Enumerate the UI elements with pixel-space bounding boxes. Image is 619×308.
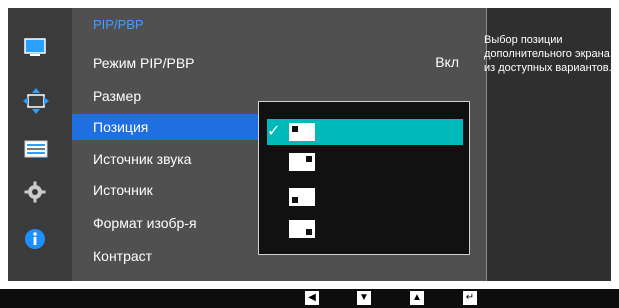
menu-item-position[interactable]: Позиция (72, 114, 260, 140)
top-left-position-icon (289, 123, 315, 141)
menu-item-picture-size[interactable]: Формат изобр-я (93, 210, 197, 236)
up-arrow-icon[interactable]: ▲ (410, 291, 424, 305)
move-arrows-icon[interactable] (22, 87, 50, 120)
info-icon[interactable] (24, 228, 46, 255)
menu-item-size[interactable]: Размер (93, 83, 141, 109)
position-options-dropdown: ✓ (258, 101, 470, 255)
pip-settings-icon[interactable] (24, 140, 48, 163)
check-icon: ✓ (267, 123, 281, 140)
menu-title: PIP/PBP (93, 17, 144, 32)
menu-item-label: Источник (93, 182, 153, 198)
bottom-nav-bar: ◀ ▼ ▲ ↵ (0, 289, 619, 308)
menu-item-label: Позиция (93, 119, 149, 135)
position-option-bottom-left[interactable] (267, 184, 463, 210)
menu-item-label: Режим PIP/PBP (93, 55, 195, 71)
monitor-icon[interactable] (24, 38, 46, 63)
menu-item-label: Контраст (93, 248, 153, 264)
left-arrow-icon[interactable]: ◀ (305, 291, 319, 305)
help-text: Выбор позиции дополнительного экрана из … (484, 34, 612, 74)
position-option-top-left[interactable]: ✓ (267, 119, 463, 145)
bottom-right-position-icon (289, 220, 315, 238)
menu-item-label: Источник звука (93, 151, 192, 167)
pip-mode-value: Вкл (435, 54, 459, 70)
enter-icon[interactable]: ↵ (463, 291, 477, 305)
menu-item-source[interactable]: Источник (93, 177, 153, 203)
menu-item-label: Размер (93, 88, 142, 104)
position-option-top-right[interactable] (267, 149, 463, 175)
position-option-bottom-right[interactable] (267, 216, 463, 242)
menu-item-sound-source[interactable]: Источник звука (93, 146, 191, 172)
down-arrow-icon[interactable]: ▼ (357, 291, 371, 305)
bottom-left-position-icon (289, 188, 315, 206)
menu-item-contrast[interactable]: Контраст (93, 243, 152, 269)
menu-item-pip-mode[interactable]: Режим PIP/PBP (93, 50, 195, 76)
menu-item-label: Формат изобр-я (93, 215, 197, 231)
top-right-position-icon (289, 153, 315, 171)
gear-icon[interactable] (24, 181, 46, 208)
